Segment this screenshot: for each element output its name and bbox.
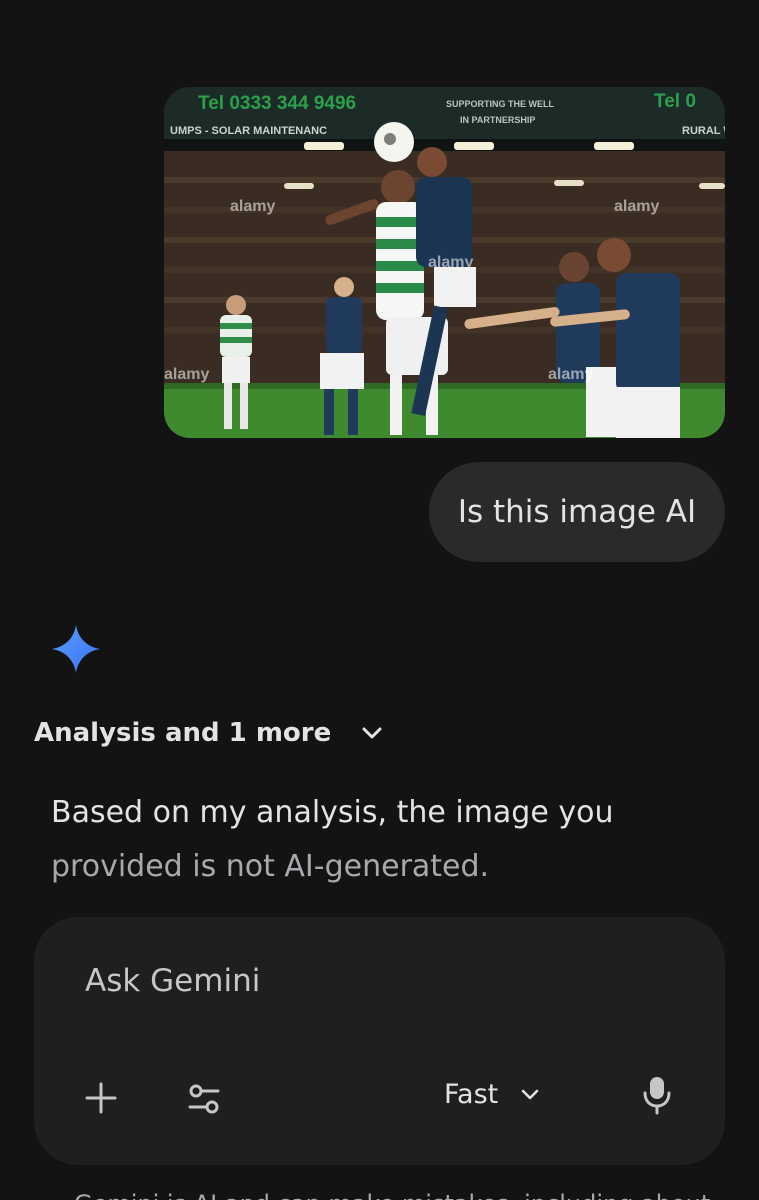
- analysis-label: Analysis and 1 more: [34, 718, 332, 748]
- plus-icon: [85, 1082, 117, 1114]
- user-message-bubble: Is this image AI: [429, 462, 725, 562]
- football-photo: Tel 0333 344 9496 UMPS - SOLAR MAINTENAN…: [164, 87, 725, 438]
- watermark-text-5: alamy: [548, 366, 593, 383]
- banner-right-text: Tel 0: [654, 91, 696, 112]
- response-text: Based on my analysis, the image you prov…: [51, 786, 691, 894]
- watermark-text-3: alamy: [428, 254, 473, 271]
- response-line-1: Based on my analysis, the image you: [51, 795, 614, 830]
- response-line-2: provided is not AI-generated.: [51, 849, 490, 884]
- chat-page: Tel 0333 344 9496 UMPS - SOLAR MAINTENAN…: [0, 0, 759, 1200]
- banner-left-text: Tel 0333 344 9496: [198, 93, 356, 114]
- watermark-text-4: alamy: [164, 366, 209, 383]
- banner-sub-right-text: RURAL W: [682, 125, 725, 137]
- banner-sub-left-text: UMPS - SOLAR MAINTENANC: [170, 125, 327, 137]
- disclaimer-text: Gemini is AI and can make mistakes, incl…: [74, 1190, 710, 1200]
- model-label: Fast: [444, 1078, 499, 1110]
- prompt-composer: Fast: [34, 917, 725, 1165]
- microphone-button[interactable]: [640, 1073, 674, 1117]
- chevron-down-icon: [362, 727, 382, 739]
- microphone-icon: [643, 1077, 671, 1115]
- model-selector[interactable]: Fast: [444, 1072, 542, 1116]
- watermark-text-2: alamy: [614, 198, 659, 215]
- banner-center-text-1: SUPPORTING THE WELL: [446, 99, 555, 109]
- add-attachment-button[interactable]: [80, 1077, 122, 1119]
- analysis-toggle[interactable]: Analysis and 1 more: [34, 718, 387, 748]
- tools-button[interactable]: [184, 1079, 224, 1119]
- user-message-text: Is this image AI: [457, 494, 697, 530]
- chevron-down-icon: [521, 1089, 539, 1100]
- watermark-text-1: alamy: [230, 198, 275, 215]
- ask-gemini-input[interactable]: [85, 963, 585, 999]
- banner-center-text-2: IN PARTNERSHIP: [460, 115, 535, 125]
- tune-sliders-icon: [188, 1084, 220, 1114]
- gemini-spark-icon: [52, 625, 100, 673]
- uploaded-image[interactable]: Tel 0333 344 9496 UMPS - SOLAR MAINTENAN…: [164, 87, 725, 438]
